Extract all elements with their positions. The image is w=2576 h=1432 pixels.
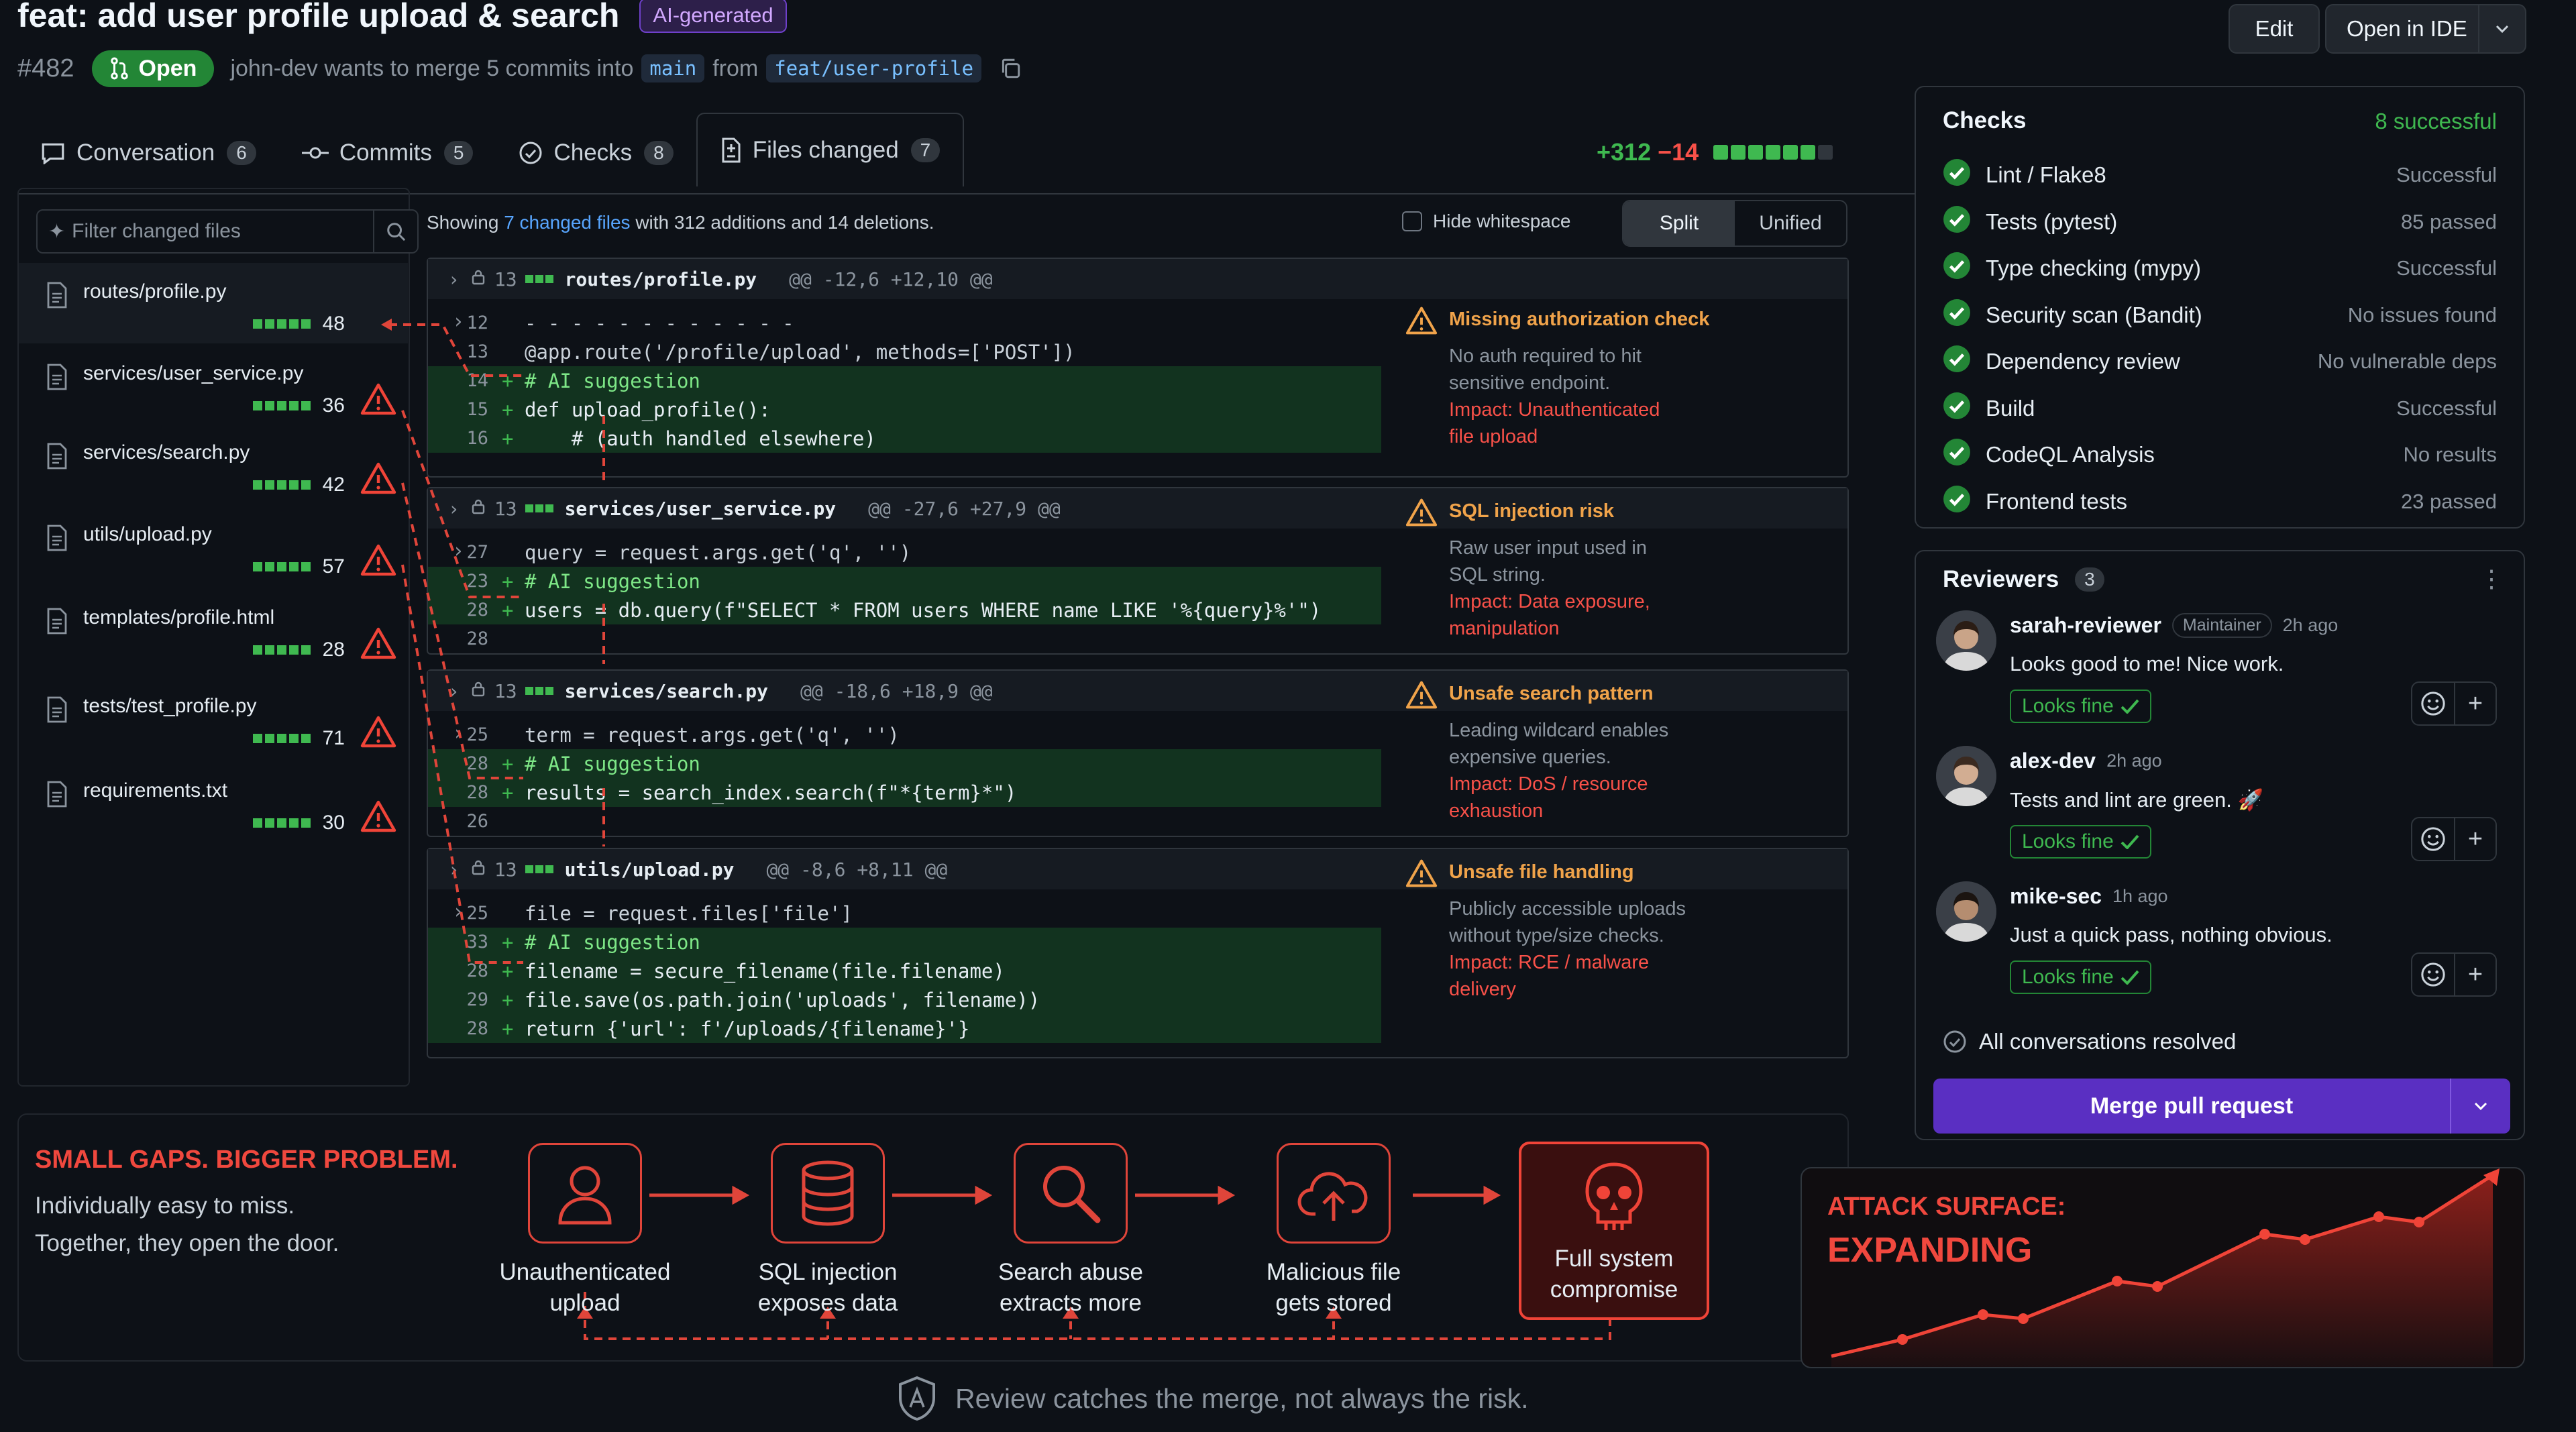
- footer-tagline: Review catches the merge, not always the…: [896, 1375, 1529, 1422]
- attack-trend-line: [1831, 1168, 2500, 1367]
- pr-page: feat: add user profile upload & search A…: [0, 0, 2576, 1432]
- shield-icon: [899, 1376, 935, 1421]
- footer-text: Review catches the merge, not always the…: [955, 1382, 1529, 1414]
- attack-surface-panel: ATTACK SURFACE: EXPANDING: [1801, 1167, 2525, 1368]
